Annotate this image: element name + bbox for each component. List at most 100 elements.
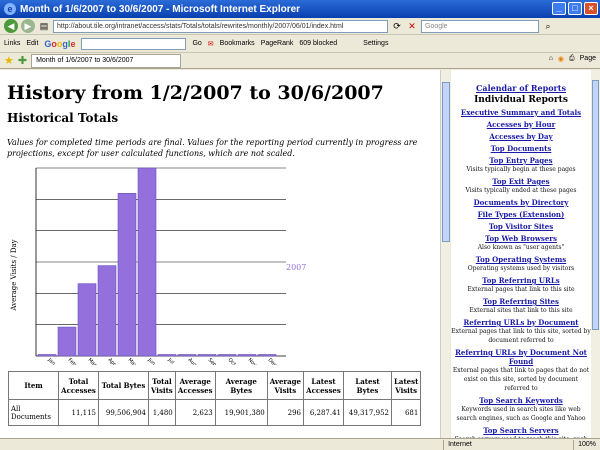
toolbar: Links Edit Google Go ✉ Bookmarks PageRan…	[0, 35, 600, 53]
sidebar-item: Accesses by Hour	[451, 120, 591, 129]
sidebar-scroll-thumb[interactable]	[592, 80, 599, 330]
settings-button[interactable]: Settings	[363, 40, 388, 47]
chart-xtick-label: Dec	[267, 357, 278, 365]
table-cell: 19,901,380	[214, 399, 268, 426]
table-header-row: Item Total Accesses Total Bytes Total Vi…	[8, 371, 422, 400]
content-scrollbar[interactable]	[440, 70, 450, 438]
chart-bar	[197, 354, 217, 357]
sidebar-report-link[interactable]: Top Exit Pages	[451, 177, 591, 186]
sidebar-item: Referring URLs by Document Not Found Exte…	[451, 348, 591, 393]
sidebar-report-link[interactable]: Accesses by Hour	[451, 120, 591, 129]
table-header: Latest Bytes	[342, 371, 392, 400]
report-sidebar: Calendar of Reports Individual Reports E…	[451, 70, 591, 438]
page-icon: ▤	[39, 21, 49, 31]
go-button[interactable]: Go	[192, 40, 201, 47]
chart-bar	[97, 265, 117, 357]
sidebar-report-description: Keywords used in search sites like web s…	[456, 406, 586, 422]
popup-blocked-badge[interactable]: 609 blocked	[299, 40, 337, 47]
google-search-input[interactable]	[81, 37, 187, 50]
sidebar-report-link[interactable]: Executive Summary and Totals	[451, 108, 591, 117]
ie-logo-icon: e	[4, 3, 16, 15]
add-favorites-icon[interactable]: ✚	[18, 54, 27, 67]
sidebar-report-link[interactable]: Top Referring Sites	[451, 297, 591, 306]
feeds-icon[interactable]: ◉	[558, 55, 564, 63]
zoom-level[interactable]: 100%	[573, 439, 600, 450]
url-field[interactable]: http://about.tile.org/intranet/access/st…	[53, 19, 388, 33]
table-cell: 296	[266, 399, 304, 426]
pagerank-button[interactable]: PageRank	[261, 40, 294, 47]
sidebar-report-link[interactable]: Top Search Servers	[451, 426, 591, 435]
chart-bar	[217, 354, 237, 357]
sidebar-item: Top Referring URLs External pages that li…	[451, 276, 591, 294]
sidebar-report-link[interactable]: Top Search Keywords	[451, 396, 591, 405]
page-menu[interactable]: Page	[580, 55, 596, 63]
sidebar-scrollbar[interactable]	[591, 70, 600, 438]
back-button[interactable]: ◀	[4, 19, 18, 33]
sidebar-item: Top Entry Pages Visits typically begin at…	[451, 156, 591, 174]
chart-bar	[57, 326, 77, 357]
sidebar-item: Executive Summary and Totals	[451, 108, 591, 117]
sidebar-report-link[interactable]: Top Documents	[451, 144, 591, 153]
sidebar-report-link[interactable]: Referring URLs by Document	[451, 318, 591, 327]
favorites-star-icon[interactable]: ★	[4, 54, 14, 67]
sidebar-report-link[interactable]: Top Web Browsers	[451, 234, 591, 243]
history-chart: Jan Feb Mar Apr May Jun Jul Aug Sep Oct Nov Dec Ave…	[10, 167, 306, 365]
chart-xtick-label: Aug	[187, 357, 198, 365]
tab-bar: ★ ✚ Month of 1/6/2007 to 30/6/2007 ⌂ ◉ ⎙…	[0, 53, 600, 69]
tab-active[interactable]: Month of 1/6/2007 to 30/6/2007	[31, 53, 182, 68]
table-cell: 681	[390, 399, 422, 426]
chart-bar	[177, 354, 197, 357]
table-header: Total Visits	[148, 371, 176, 400]
print-icon[interactable]: ⎙	[569, 55, 575, 63]
search-field[interactable]: Google	[421, 19, 539, 33]
sidebar-report-link[interactable]: Documents by Directory	[451, 198, 591, 207]
sidebar-report-link[interactable]: Referring URLs by Document Not Found	[451, 348, 591, 366]
sidebar-report-link[interactable]: File Types (Extension)	[451, 210, 591, 219]
close-button[interactable]: ×	[584, 2, 598, 15]
calendar-link[interactable]: Calendar of Reports	[451, 84, 591, 93]
table-cell: 1,480	[148, 399, 176, 426]
edit-menu[interactable]: Edit	[26, 40, 38, 47]
sidebar-report-link[interactable]: Top Visitor Sites	[451, 222, 591, 231]
google-logo: Google	[44, 38, 76, 49]
minimize-button[interactable]: _	[552, 2, 566, 15]
chart-bar	[117, 193, 137, 357]
stop-icon[interactable]: ✕	[406, 20, 418, 32]
sidebar-item: Documents by Directory	[451, 198, 591, 207]
window-title: Month of 1/6/2007 to 30/6/2007 - Microso…	[20, 3, 301, 15]
sidebar-report-link[interactable]: Top Entry Pages	[451, 156, 591, 165]
chart-xtick-label: Apr	[107, 357, 118, 365]
table-cell: 49,317,952	[342, 399, 392, 426]
sidebar-item: Top Documents	[451, 144, 591, 153]
content-scroll-thumb[interactable]	[442, 82, 450, 242]
section-heading: Historical Totals	[7, 111, 119, 125]
refresh-icon[interactable]: ⟳	[391, 20, 403, 32]
maximize-button[interactable]: □	[568, 2, 582, 15]
links-menu[interactable]: Links	[4, 40, 20, 47]
search-icon[interactable]: ⌕	[542, 20, 554, 32]
table-header: Item	[8, 371, 59, 400]
sidebar-item: Top Web Browsers Also known as "user agen…	[451, 234, 591, 252]
sidebar-report-link[interactable]: Accesses by Day	[451, 132, 591, 141]
table-cell: All Documents	[8, 399, 59, 426]
sidebar-report-description: Visits typically begin at these pages	[466, 166, 576, 173]
table-header: Latest Accesses	[302, 371, 344, 400]
chart-legend: 2007	[286, 263, 306, 272]
sidebar-report-link[interactable]: Top Operating Systems	[451, 255, 591, 264]
chart-bar	[257, 354, 277, 357]
chart-bar	[37, 354, 57, 357]
mail-icon[interactable]: ✉	[208, 40, 214, 48]
chart-xtick-label: Jun	[146, 356, 156, 365]
home-icon[interactable]: ⌂	[549, 55, 553, 63]
sidebar-report-link[interactable]: Top Referring URLs	[451, 276, 591, 285]
table-header: Average Bytes	[214, 371, 268, 400]
chart-xtick-label: Jan	[46, 356, 56, 365]
chart-bar	[237, 354, 257, 357]
bookmarks-button[interactable]: Bookmarks	[220, 40, 255, 47]
chart-xtick-label: Jul	[166, 356, 175, 365]
forward-button[interactable]: ▶	[21, 19, 35, 33]
table-cell: 2,623	[174, 399, 216, 426]
chart-bar	[137, 167, 157, 357]
chart-xtick-label: Nov	[247, 357, 258, 365]
sidebar-item: Top Search Keywords Keywords used in sear…	[451, 396, 591, 423]
